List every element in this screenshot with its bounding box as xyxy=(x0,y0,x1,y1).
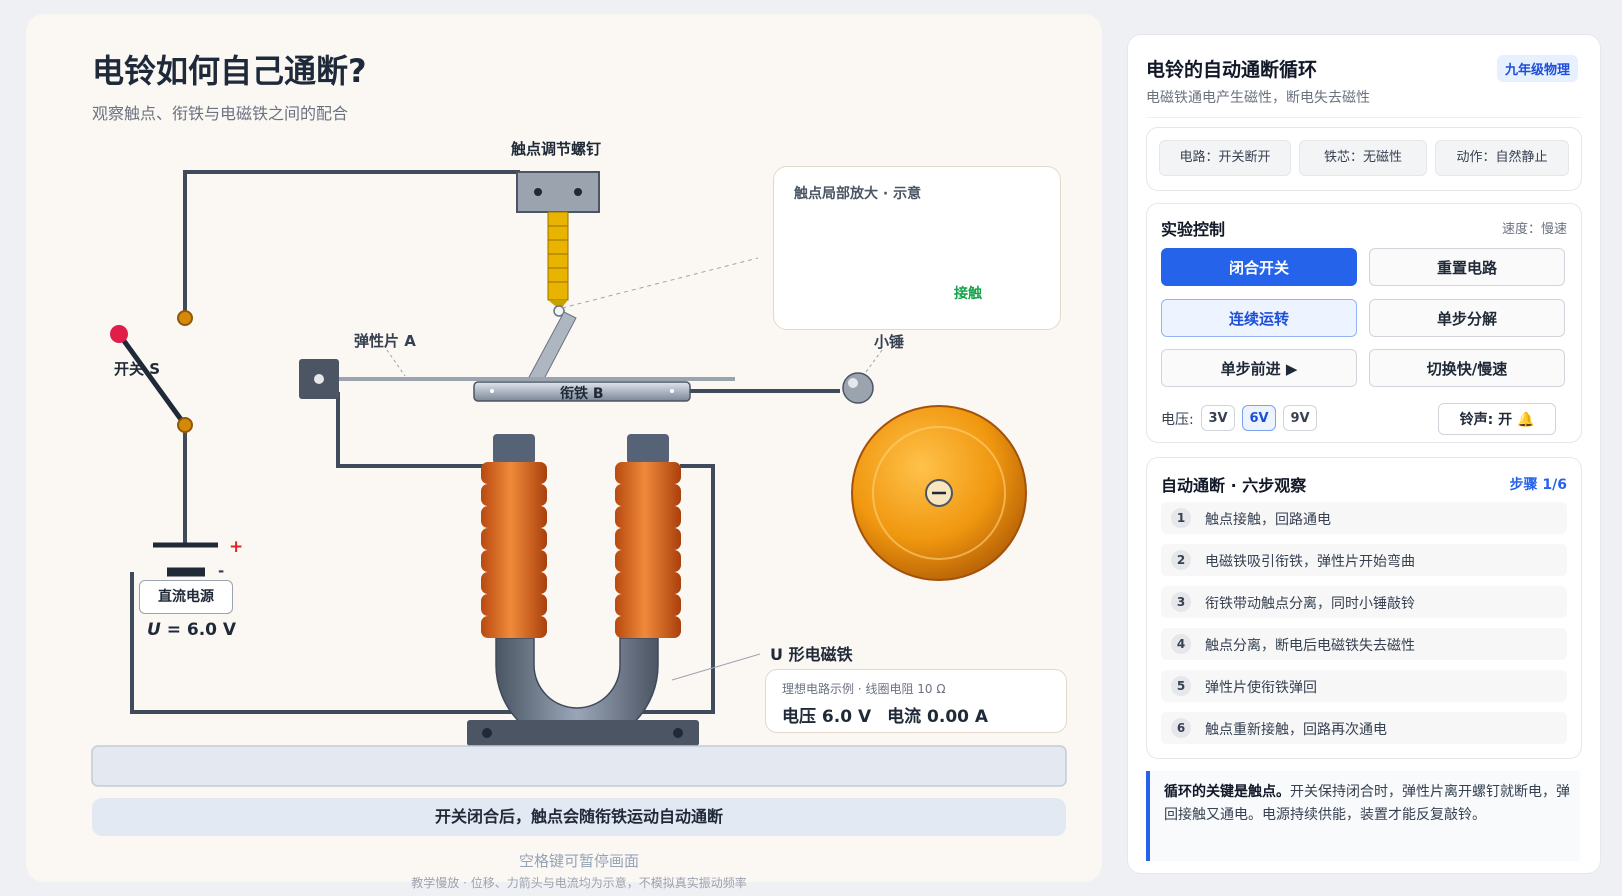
label-screw: 触点调节螺钉 xyxy=(511,140,602,158)
step-text: 触点接触，回路通电 xyxy=(1205,512,1331,528)
magnet-base xyxy=(467,720,699,746)
step-forward-button[interactable]: 单步前进 ▶ xyxy=(1161,349,1357,387)
voltage-symbol: U xyxy=(147,620,161,640)
panel-title: 电铃的自动通断循环 xyxy=(1146,59,1318,81)
wire-spring-to-coil xyxy=(336,392,490,468)
step-item[interactable]: 4 触点分离，断电后电磁铁失去磁性 xyxy=(1161,628,1567,660)
step-number: 6 xyxy=(1171,718,1191,738)
battery-plus-sign: + xyxy=(229,537,244,557)
pause-hint: 空格键可暂停画面 xyxy=(518,852,639,870)
label-switch: 开关 S xyxy=(114,360,161,378)
contact-screw xyxy=(547,211,569,301)
switch-top-terminal xyxy=(177,310,193,326)
step-number: 1 xyxy=(1171,508,1191,528)
step-number: 2 xyxy=(1171,550,1191,570)
step-number: 3 xyxy=(1171,592,1191,612)
power-source-label: 直流电源 xyxy=(139,580,233,614)
wire-top xyxy=(183,170,520,318)
coil-left xyxy=(481,462,547,638)
label-armature: 衔铁 B xyxy=(560,386,604,402)
panel-subtitle: 电磁铁通电产生磁性，断电失去磁性 xyxy=(1146,90,1370,106)
voltage-label: 电压: xyxy=(1161,412,1194,428)
meter-values: 电压 6.0 V 电流 0.00 A xyxy=(782,702,988,727)
page-subtitle: 观察触点、衔铁与电磁铁之间的配合 xyxy=(92,104,349,123)
experiment-controls: 实验控制 速度：慢速 闭合开关 重置电路 连续运转 单步分解 单步前进 ▶ 切换… xyxy=(1146,203,1582,443)
zoom-title: 触点局部放大 · 示意 xyxy=(794,186,922,202)
core-left-top xyxy=(493,434,535,464)
chip-action: 动作：自然静止 xyxy=(1435,140,1569,176)
chip-circuit: 电路：开关断开 xyxy=(1159,140,1291,176)
voltage-3v-button[interactable]: 3V xyxy=(1201,405,1235,431)
coil-right xyxy=(615,462,681,638)
step-item[interactable]: 1 触点接触，回路通电 xyxy=(1161,502,1567,534)
panel-divider xyxy=(1146,117,1582,118)
voltage-readout: U = 6.0 V xyxy=(147,620,236,640)
step-text: 衔铁带动触点分离，同时小锤敲铃 xyxy=(1205,596,1415,612)
spring-contact-arm xyxy=(527,311,577,380)
switch-lever xyxy=(116,332,188,427)
status-chips: 电路：开关断开 铁芯：无磁性 动作：自然静止 xyxy=(1146,127,1582,191)
step-number: 5 xyxy=(1171,676,1191,696)
switch-knob xyxy=(110,325,128,343)
speed-indicator: 速度：慢速 xyxy=(1501,222,1567,237)
step-item[interactable]: 3 衔铁带动触点分离，同时小锤敲铃 xyxy=(1161,586,1567,618)
grade-badge: 九年级物理 xyxy=(1496,55,1578,82)
screw-bracket xyxy=(516,171,600,213)
hammer-ball xyxy=(842,372,874,404)
meter-note: 理想电路示例 · 线圈电阻 10 Ω xyxy=(782,682,946,696)
six-step-list: 自动通断 · 六步观察 步骤 1/6 1 触点接触，回路通电 2 电磁铁吸引衔铁，弹… xyxy=(1146,457,1582,759)
contact-zoom-inset: 触点局部放大 · 示意 接触 xyxy=(773,166,1061,330)
voltage-6v-button[interactable]: 6V xyxy=(1242,405,1276,431)
meter-voltage: 电压 6.0 V xyxy=(782,707,872,727)
step-breakdown-button[interactable]: 单步分解 xyxy=(1369,299,1565,337)
key-insight: 循环的关键是触点。开关保持闭合时，弹性片离开螺钉就断电，弹回接触又通电。电源持续… xyxy=(1146,771,1580,861)
steps-progress: 步骤 1/6 xyxy=(1509,477,1567,493)
voltage-value: = 6.0 V xyxy=(166,620,237,640)
core-right-top xyxy=(627,434,669,464)
step-text: 弹性片使衔铁弹回 xyxy=(1205,680,1317,696)
controls-title: 实验控制 xyxy=(1161,220,1226,239)
step-item[interactable]: 5 弹性片使衔铁弹回 xyxy=(1161,670,1567,702)
continuous-run-button[interactable]: 连续运转 xyxy=(1161,299,1357,337)
stage-caption: 开关闭合后，触点会随衔铁运动自动通断 xyxy=(92,798,1066,836)
key-lead: 循环的关键是触点。 xyxy=(1164,784,1290,800)
step-item[interactable]: 2 电磁铁吸引衔铁，弹性片开始弯曲 xyxy=(1161,544,1567,576)
page-title: 电铃如何自己通断? xyxy=(92,52,367,90)
circuit-meter: 理想电路示例 · 线圈电阻 10 Ω 电压 6.0 V 电流 0.00 A xyxy=(765,669,1067,733)
reset-circuit-button[interactable]: 重置电路 xyxy=(1369,248,1565,286)
battery-minus-sign: - xyxy=(218,562,225,580)
electric-bell-diagram xyxy=(91,170,1067,787)
chip-core: 铁芯：无磁性 xyxy=(1299,140,1427,176)
toggle-speed-button[interactable]: 切换快/慢速 xyxy=(1369,349,1565,387)
voltage-9v-button[interactable]: 9V xyxy=(1283,405,1317,431)
label-spring: 弹性片 A xyxy=(354,332,416,350)
steps-title: 自动通断 · 六步观察 xyxy=(1161,476,1307,495)
label-hammer: 小锤 xyxy=(874,333,905,351)
step-number: 4 xyxy=(1171,634,1191,654)
step-item[interactable]: 6 触点重新接触，回路再次通电 xyxy=(1161,712,1567,744)
meter-current: 电流 0.00 A xyxy=(887,707,989,727)
table-surface xyxy=(91,745,1067,787)
switch-pivot-terminal xyxy=(177,417,193,433)
zoom-contact-label: 接触 xyxy=(954,286,982,302)
step-text: 触点分离，断电后电磁铁失去磁性 xyxy=(1205,638,1415,654)
control-panel: 电铃的自动通断循环 九年级物理 电磁铁通电产生磁性，断电失去磁性 电路：开关断开… xyxy=(1127,34,1601,874)
label-magnet: U 形电磁铁 xyxy=(770,645,853,664)
close-switch-button[interactable]: 闭合开关 xyxy=(1161,248,1357,286)
bell-sound-toggle[interactable]: 铃声: 开 🔔 xyxy=(1438,403,1556,435)
disclaimer-note: 教学慢放 · 位移、力箭头与电流均为示意，不模拟真实振动频率 xyxy=(411,876,747,890)
step-text: 电磁铁吸引衔铁，弹性片开始弯曲 xyxy=(1205,554,1415,570)
step-text: 触点重新接触，回路再次通电 xyxy=(1205,722,1387,738)
